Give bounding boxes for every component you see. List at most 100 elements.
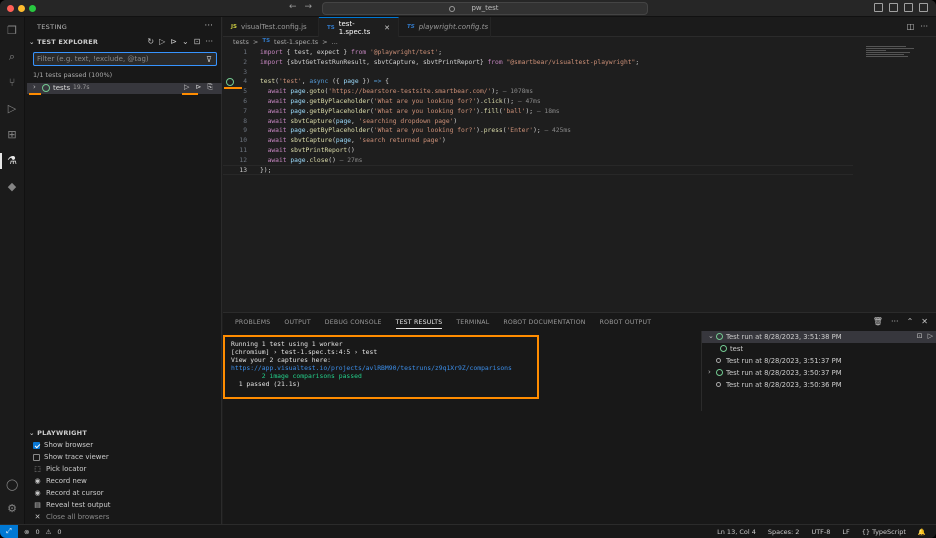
test-results-output[interactable]: Running 1 test using 1 worker [chromium] …: [223, 335, 539, 399]
chevron-right-icon[interactable]: ›: [708, 368, 711, 376]
tab-output[interactable]: OUTPUT: [284, 319, 310, 329]
forward-arrow-icon[interactable]: →: [305, 2, 313, 12]
code-editor[interactable]: 1 import { test, expect } from '@playwrig…: [223, 48, 843, 175]
code-line[interactable]: 13});: [223, 166, 843, 176]
split-editor-icon[interactable]: ◫: [907, 22, 915, 31]
source-control-icon[interactable]: ⑂: [6, 77, 18, 89]
playwright-header[interactable]: ⌄ PLAYWRIGHT: [29, 429, 87, 437]
close-panel-icon[interactable]: ✕: [921, 317, 928, 326]
code-line[interactable]: 5 await page.goto('https://bearstore-tes…: [223, 87, 843, 97]
maximize-window-button[interactable]: [29, 5, 36, 12]
tab-test-1-spec[interactable]: TS test-1.spec.ts ✕: [319, 17, 399, 37]
code-line[interactable]: 1 import { test, expect } from '@playwrig…: [223, 48, 843, 58]
line-endings[interactable]: LF: [842, 528, 849, 536]
passed-check-icon: [720, 345, 727, 352]
remote-icon[interactable]: ⤢: [0, 525, 18, 538]
tab-robot-output[interactable]: ROBOT OUTPUT: [600, 319, 652, 329]
code-line[interactable]: 8 await sbvtCapture(page, 'searching dro…: [223, 117, 843, 127]
toggle-secondary-sidebar-icon[interactable]: [904, 3, 913, 12]
close-all-browsers-action[interactable]: ✕ Close all browsers: [33, 513, 110, 521]
show-browser-option[interactable]: Show browser: [33, 441, 93, 449]
code-line[interactable]: 9 await page.getByPlaceholder('What are …: [223, 126, 843, 136]
debug-all-icon[interactable]: ⊳: [170, 37, 177, 46]
run-debug-icon[interactable]: ▷: [6, 103, 18, 115]
encoding[interactable]: UTF-8: [811, 528, 830, 536]
minimap[interactable]: [866, 46, 916, 66]
code-line[interactable]: 4 test('test', async ({ page }) => {: [223, 77, 843, 87]
tab-problems[interactable]: PROBLEMS: [235, 319, 270, 329]
tab-visualtest-config[interactable]: JS visualTest.config.js: [223, 17, 319, 37]
reveal-test-output-action[interactable]: ▤ Reveal test output: [33, 501, 110, 509]
tab-test-results[interactable]: TEST RESULTS: [395, 319, 443, 329]
pick-locator-action[interactable]: ⬚ Pick locator: [33, 465, 86, 473]
rerun-icon[interactable]: ▷: [928, 332, 933, 340]
more-actions-icon[interactable]: ···: [920, 22, 928, 31]
explorer-icon[interactable]: ❐: [6, 25, 18, 37]
test-filter-input[interactable]: [37, 54, 197, 64]
tab-robot-documentation[interactable]: ROBOT DOCUMENTATION: [503, 319, 585, 329]
more-actions-icon[interactable]: ···: [204, 21, 213, 31]
breadcrumb-file[interactable]: test-1.spec.ts: [274, 38, 318, 46]
indentation[interactable]: Spaces: 2: [768, 528, 800, 536]
go-to-test-icon[interactable]: ⎘: [207, 83, 213, 92]
output-link[interactable]: https://app.visualtest.io/projects/avlRB…: [225, 364, 537, 372]
record-at-cursor-action[interactable]: ◉ Record at cursor: [33, 489, 103, 497]
breadcrumb-folder[interactable]: tests: [233, 38, 249, 46]
code-line[interactable]: 2 import {sbvtGetTestRunResult, sbvtCaptu…: [223, 58, 843, 68]
debug-test-icon[interactable]: ⊳: [195, 83, 201, 92]
cursor-position[interactable]: Ln 13, Col 4: [717, 528, 756, 536]
maximize-panel-icon[interactable]: ⌃: [907, 317, 914, 326]
toggle-sidebar-icon[interactable]: [874, 3, 883, 12]
chevron-down-icon[interactable]: ⌄: [182, 37, 189, 46]
test-run-item[interactable]: › Test run at 8/28/2023, 3:50:37 PM: [702, 367, 936, 379]
manage-gear-icon[interactable]: ⚙: [6, 503, 18, 515]
docker-icon[interactable]: ◆: [6, 181, 18, 193]
record-new-action[interactable]: ◉ Record new: [33, 477, 86, 485]
chevron-right-icon[interactable]: ›: [33, 83, 36, 91]
refresh-icon[interactable]: ↻: [147, 37, 154, 46]
test-result-item[interactable]: test: [702, 343, 936, 355]
tab-debug-console[interactable]: DEBUG CONSOLE: [325, 319, 382, 329]
toggle-panel-icon[interactable]: [889, 3, 898, 12]
search-icon[interactable]: ⌕: [6, 51, 18, 63]
nav-arrows: ← →: [289, 2, 320, 12]
command-center[interactable]: pw_test: [322, 2, 648, 15]
show-trace-viewer-option[interactable]: Show trace viewer: [33, 453, 109, 461]
testing-flask-icon[interactable]: ⚗: [6, 155, 18, 167]
test-run-item[interactable]: ⌄ Test run at 8/28/2023, 3:51:38 PM ⊡ ▷: [702, 331, 936, 343]
open-output-icon[interactable]: ⊡: [917, 332, 923, 340]
code-line[interactable]: 10 await sbvtCapture(page, 'search retur…: [223, 136, 843, 146]
minimize-window-button[interactable]: [18, 5, 25, 12]
more-actions-icon[interactable]: ···: [891, 317, 899, 326]
customize-layout-icon[interactable]: [919, 3, 928, 12]
notifications-bell-icon[interactable]: 🔔: [918, 528, 926, 536]
code-line[interactable]: 3: [223, 68, 843, 78]
close-window-button[interactable]: [7, 5, 14, 12]
run-all-icon[interactable]: ▷: [159, 37, 165, 46]
checkbox-icon[interactable]: [33, 441, 40, 449]
language-mode[interactable]: {} TypeScript: [862, 528, 906, 536]
tab-terminal[interactable]: TERMINAL: [456, 319, 489, 329]
trash-icon[interactable]: 🗑: [873, 317, 883, 326]
code-line[interactable]: 6 await page.getByPlaceholder('What are …: [223, 97, 843, 107]
test-explorer-title: TEST EXPLORER: [37, 38, 99, 46]
test-run-item[interactable]: Test run at 8/28/2023, 3:50:36 PM: [702, 379, 936, 391]
code-line[interactable]: 12 await page.close() — 27ms: [223, 156, 843, 166]
close-tab-icon[interactable]: ✕: [384, 24, 390, 32]
tab-playwright-config[interactable]: TS playwright.config.ts: [399, 17, 491, 37]
accounts-icon[interactable]: ◯: [6, 479, 18, 491]
run-test-icon[interactable]: ▷: [184, 83, 189, 92]
status-problems[interactable]: ⊗ 0 ⚠ 0: [24, 528, 62, 536]
code-line[interactable]: 7 await page.getByPlaceholder('What are …: [223, 107, 843, 117]
code-line[interactable]: 11 await sbvtPrintReport(): [223, 146, 843, 156]
breadcrumb-symbol[interactable]: ...: [332, 38, 338, 46]
show-output-icon[interactable]: ⊡: [194, 37, 201, 46]
checkbox-icon[interactable]: [33, 453, 40, 461]
more-actions-icon[interactable]: ···: [205, 37, 213, 46]
test-explorer-header[interactable]: ⌄ TEST EXPLORER: [29, 38, 98, 46]
chevron-down-icon[interactable]: ⌄: [708, 332, 714, 340]
filter-icon[interactable]: ⊽: [206, 55, 212, 64]
extensions-icon[interactable]: ⊞: [6, 129, 18, 141]
back-arrow-icon[interactable]: ←: [289, 2, 297, 12]
test-run-item[interactable]: Test run at 8/28/2023, 3:51:37 PM: [702, 355, 936, 367]
